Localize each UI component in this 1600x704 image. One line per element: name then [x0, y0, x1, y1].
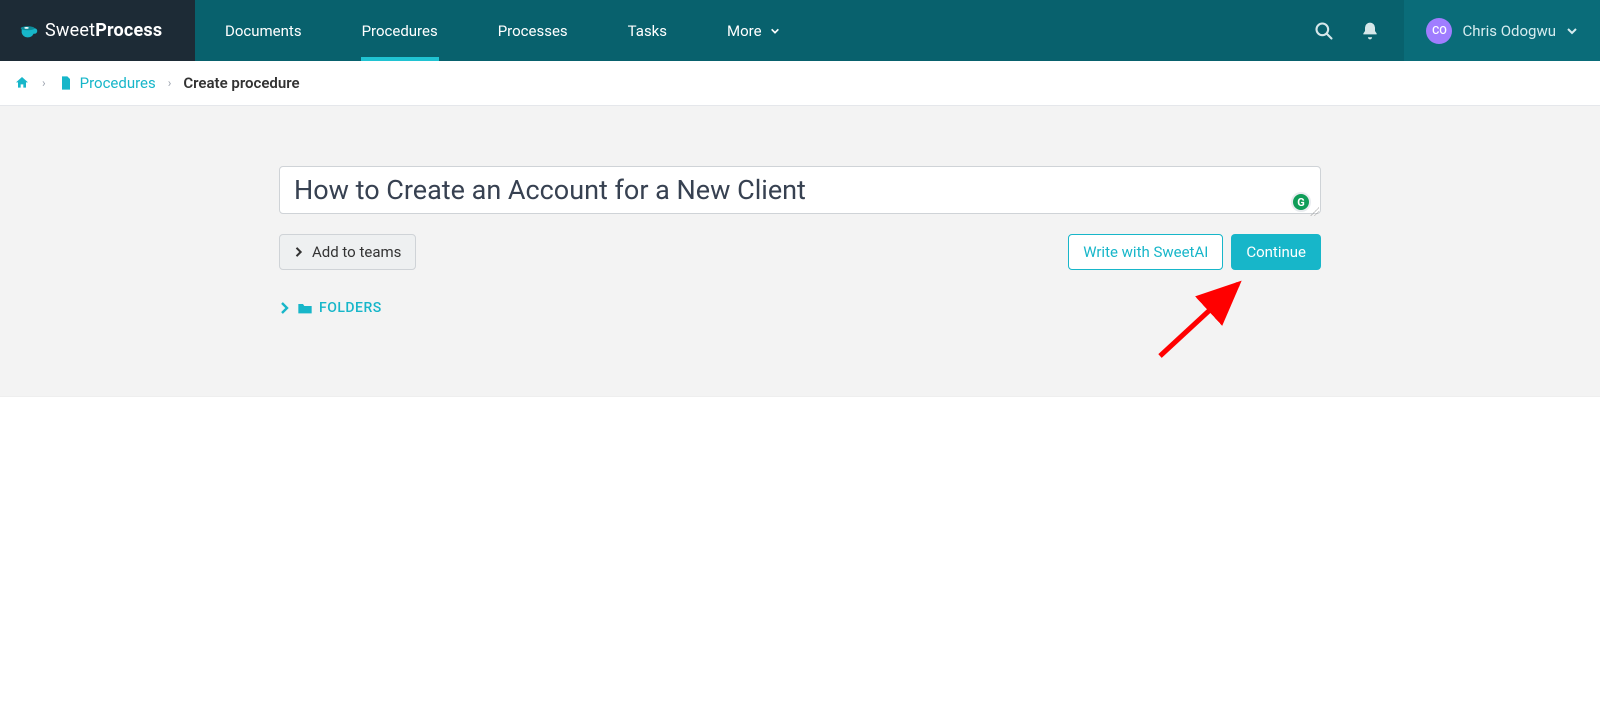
folders-label: FOLDERS — [319, 300, 382, 316]
search-icon[interactable] — [1314, 21, 1334, 41]
top-nav-bar: SweetProcess Documents Procedures Proces… — [0, 0, 1600, 61]
brand-logo[interactable]: SweetProcess — [0, 0, 195, 61]
button-label: Write with SweetAI — [1083, 243, 1208, 261]
nav-item-documents[interactable]: Documents — [195, 0, 332, 61]
nav-item-label: Processes — [498, 22, 568, 40]
button-label: Add to teams — [312, 243, 401, 261]
nav-item-more[interactable]: More — [697, 0, 810, 61]
file-icon — [58, 75, 74, 91]
nav-item-procedures[interactable]: Procedures — [332, 0, 468, 61]
breadcrumb: › Procedures › Create procedure — [0, 61, 1600, 106]
nav-item-label: Procedures — [362, 22, 438, 40]
folder-icon — [297, 301, 313, 315]
chevron-right-icon — [279, 302, 291, 314]
form-action-row: Add to teams Write with SweetAI Continue — [279, 234, 1321, 270]
continue-button[interactable]: Continue — [1231, 234, 1321, 270]
procedure-title-input[interactable] — [279, 166, 1321, 214]
nav-item-label: Tasks — [628, 22, 667, 40]
chevron-down-icon — [1566, 25, 1578, 37]
nav-item-label: Documents — [225, 22, 302, 40]
textarea-resize-handle[interactable] — [1309, 206, 1319, 216]
breadcrumb-separator: › — [168, 76, 172, 90]
topbar-utility-icons — [1314, 0, 1404, 61]
folders-toggle[interactable]: FOLDERS — [279, 300, 1321, 316]
add-to-teams-button[interactable]: Add to teams — [279, 234, 416, 270]
avatar-initials: CO — [1432, 24, 1447, 37]
brand-name: SweetProcess — [45, 20, 162, 41]
button-label: Continue — [1246, 243, 1306, 261]
breadcrumb-label: Procedures — [80, 74, 156, 92]
home-icon — [14, 75, 30, 91]
nav-item-processes[interactable]: Processes — [468, 0, 598, 61]
nav-item-tasks[interactable]: Tasks — [598, 0, 697, 61]
bell-icon[interactable] — [1360, 21, 1380, 41]
create-procedure-panel: G Add to teams Write with SweetAI Contin… — [0, 106, 1600, 397]
chevron-right-icon — [294, 247, 304, 257]
grammarly-icon[interactable]: G — [1291, 192, 1311, 212]
breadcrumb-procedures[interactable]: Procedures — [58, 74, 156, 92]
breadcrumb-separator: › — [42, 76, 46, 90]
avatar: CO — [1426, 18, 1452, 44]
title-field-wrap: G — [279, 166, 1321, 218]
breadcrumb-home[interactable] — [14, 75, 30, 91]
primary-nav: Documents Procedures Processes Tasks Mor… — [195, 0, 810, 61]
write-with-sweetai-button[interactable]: Write with SweetAI — [1068, 234, 1223, 270]
chevron-down-icon — [770, 26, 780, 36]
nav-item-label: More — [727, 22, 762, 40]
breadcrumb-current: Create procedure — [183, 74, 299, 92]
grammarly-initial: G — [1297, 196, 1305, 209]
user-name-label: Chris Odogwu — [1462, 22, 1556, 40]
user-menu[interactable]: CO Chris Odogwu — [1404, 0, 1600, 61]
cup-icon — [18, 20, 40, 42]
